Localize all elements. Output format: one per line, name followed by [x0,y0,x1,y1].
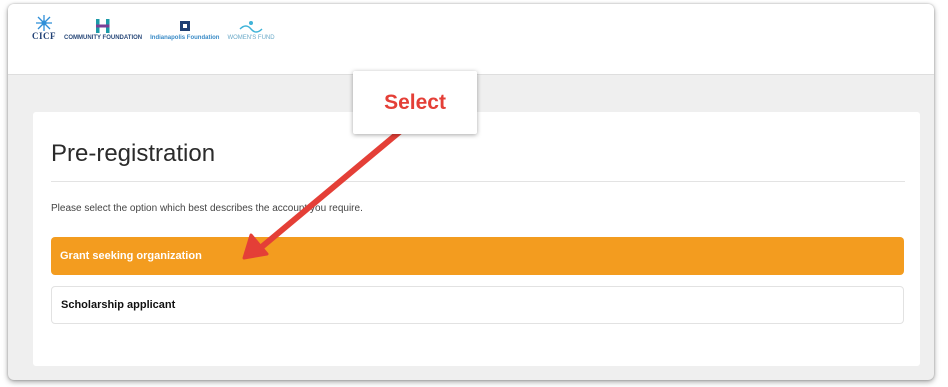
select-callout: Select [353,71,477,134]
cicf-logo: CICF [32,14,56,41]
h-mark-icon [96,19,110,33]
cicf-logo-text: CICF [32,31,56,41]
partner-logos: CICF COMMUNITY FOUNDATION Indianapolis F… [32,14,275,41]
indianapolis-foundation-logo: Indianapolis Foundation [150,17,219,41]
instruction-text: Please select the option which best desc… [51,203,363,214]
pre-registration-card: Pre-registration Please select the optio… [33,112,920,366]
option-label: Scholarship applicant [61,299,176,311]
womens-fund-logo: WOMEN'S FUND [227,17,275,41]
option-grant-seeking-organization[interactable]: Grant seeking organization [51,237,904,275]
square-mark-icon [179,21,190,31]
wave-icon [239,21,263,33]
option-scholarship-applicant[interactable]: Scholarship applicant [51,286,904,324]
hamilton-county-logo-text: COMMUNITY FOUNDATION [64,35,143,41]
page-title: Pre-registration [51,140,216,167]
title-divider [51,181,905,182]
sun-icon [36,15,52,31]
option-label: Grant seeking organization [60,250,202,262]
hamilton-county-logo: COMMUNITY FOUNDATION [64,17,142,41]
browser-frame: CICF COMMUNITY FOUNDATION Indianapolis F… [8,4,934,380]
indianapolis-foundation-logo-text: Indianapolis Foundation [150,35,220,41]
site-header: CICF COMMUNITY FOUNDATION Indianapolis F… [8,4,934,75]
womens-fund-logo-text: WOMEN'S FUND [227,35,275,41]
